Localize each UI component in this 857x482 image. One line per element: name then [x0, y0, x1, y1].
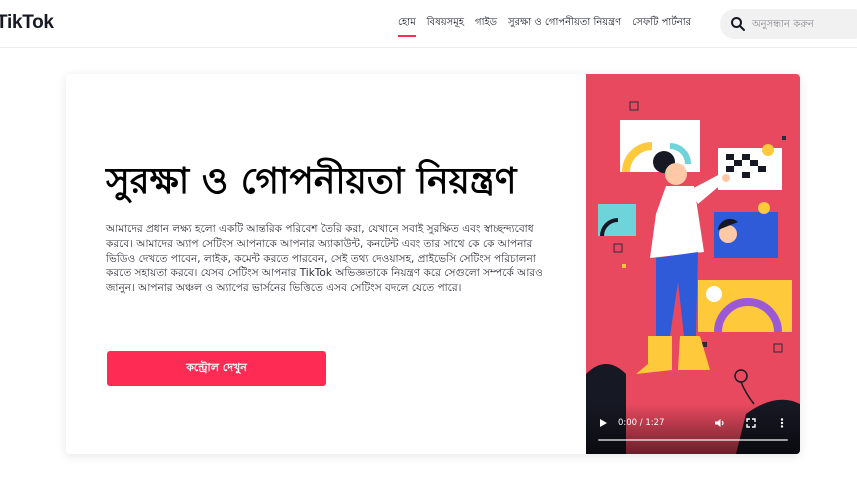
search-icon: [731, 17, 745, 31]
nav-home[interactable]: হোম: [398, 15, 416, 37]
top-nav-bar: TikTok হোম বিষয়সমূহ গাইড সুরক্ষা ও গোপন…: [0, 0, 857, 48]
video-controls: 0:00 / 1:27: [586, 404, 800, 454]
play-icon[interactable]: [598, 418, 608, 428]
illustration: [586, 101, 800, 454]
volume-icon[interactable]: [714, 418, 726, 428]
intro-text: আমাদের প্রধান লক্ষ্য হলো একটি আন্তরিক পর…: [106, 223, 543, 295]
fullscreen-icon[interactable]: [746, 418, 756, 428]
search-input[interactable]: অনুসন্ধান করুন: [720, 9, 857, 39]
video-time: 0:00 / 1:27: [618, 418, 665, 428]
safety-privacy-card: সুরক্ষা ও গোপনীয়তা নিয়ন্ত্রণ আমাদের প্…: [66, 74, 800, 454]
view-controls-button[interactable]: কন্ট্রোল দেখুন: [107, 351, 326, 386]
video-progress-bar[interactable]: [598, 439, 788, 441]
nav-topics[interactable]: বিষয়সমূহ: [427, 15, 464, 37]
video-player[interactable]: 0:00 / 1:27: [586, 74, 800, 454]
nav-safety-privacy-controls[interactable]: সুরক্ষা ও গোপনীয়তা নিয়ন্ত্রণ: [508, 15, 621, 37]
more-icon[interactable]: [780, 418, 784, 428]
nav-guide[interactable]: গাইড: [475, 15, 497, 37]
main-nav: হোম বিষয়সমূহ গাইড সুরক্ষা ও গোপনীয়তা ন…: [398, 15, 702, 37]
controls-gradient: [586, 404, 800, 454]
tiktok-logo[interactable]: TikTok: [0, 12, 54, 34]
search-placeholder: অনুসন্ধান করুন: [752, 19, 814, 30]
nav-safety-partners[interactable]: সেফটি পার্টনার: [632, 15, 691, 37]
page-title: সুরক্ষা ও গোপনীয়তা নিয়ন্ত্রণ: [106, 160, 517, 202]
